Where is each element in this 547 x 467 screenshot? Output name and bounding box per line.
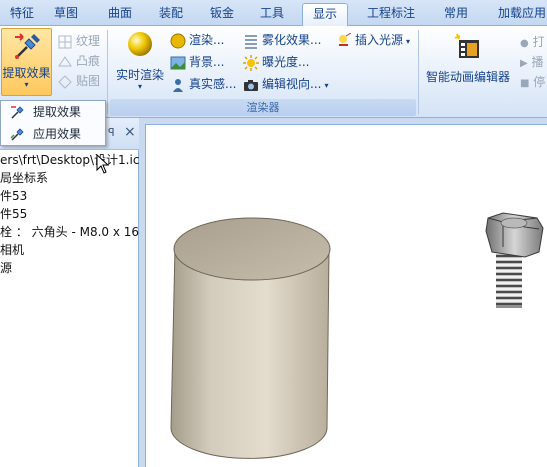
- render-sphere-icon: [170, 33, 186, 49]
- eyedropper-icon: [14, 33, 40, 59]
- chevron-down-icon: ▾: [406, 37, 411, 46]
- tab-assembly[interactable]: 装配: [150, 3, 192, 26]
- circle-icon: ●: [520, 38, 529, 49]
- realism-label: 真实感...: [189, 77, 237, 91]
- render-button[interactable]: 渲染...: [170, 30, 224, 50]
- background-image-icon: [170, 55, 186, 71]
- hex-bolt-part[interactable]: [485, 212, 544, 308]
- person-icon: [170, 77, 186, 93]
- background-label: 背景...: [189, 55, 225, 69]
- play-button[interactable]: ▶ 播: [520, 52, 544, 72]
- texture-button[interactable]: 纹理: [57, 31, 100, 51]
- sphere-icon: [128, 32, 152, 56]
- scene-canvas: [170, 212, 544, 459]
- insert-light-label: 插入光源: [355, 33, 404, 47]
- texture-label: 纹理: [76, 34, 101, 48]
- tab-load-apps[interactable]: 加载应用: [490, 3, 547, 26]
- tab-sheetmetal[interactable]: 钣金: [202, 3, 242, 26]
- mouse-cursor-icon: [96, 154, 110, 174]
- fog-label: 雾化效果...: [262, 33, 322, 47]
- tab-display[interactable]: 显示: [302, 3, 348, 27]
- animation-editor-label: 智能动画编辑器: [425, 70, 510, 84]
- chevron-down-icon: ▾: [324, 81, 329, 90]
- bolt-threads: [496, 250, 522, 308]
- tree-item-part55[interactable]: 件55: [0, 205, 27, 223]
- tab-surface[interactable]: 曲面: [100, 3, 140, 26]
- sun-icon: [243, 54, 259, 71]
- light-icon: [336, 32, 352, 49]
- play-icon: ▶: [520, 58, 528, 69]
- menu-item-extract-effect[interactable]: 提取效果: [3, 102, 103, 123]
- cylinder-part[interactable]: [170, 217, 331, 459]
- insert-light-button[interactable]: 插入光源 ▾: [336, 30, 410, 50]
- tree-item-camera[interactable]: 相机: [0, 241, 24, 259]
- fog-icon: [243, 33, 259, 49]
- group-separator: [418, 30, 419, 114]
- tab-sketch[interactable]: 草图: [46, 3, 86, 26]
- eyedropper-icon: [10, 104, 26, 120]
- tab-common[interactable]: 常用: [436, 3, 476, 26]
- texture-icon: [57, 34, 73, 50]
- extract-effect-button[interactable]: 提取效果 ▾: [1, 28, 52, 96]
- exposure-label: 曝光度...: [262, 55, 310, 69]
- tab-feature[interactable]: 特征: [2, 3, 42, 26]
- realism-button[interactable]: 真实感...: [170, 74, 236, 94]
- decal-icon: [57, 74, 73, 90]
- background-button[interactable]: 背景...: [170, 52, 224, 72]
- tree-item-file-path[interactable]: ers\frt\Desktop\设计1.ic: [0, 151, 139, 169]
- group-separator: [107, 30, 108, 114]
- realtime-render-button[interactable]: 实时渲染 ▾: [113, 30, 167, 94]
- fog-effect-button[interactable]: 雾化效果...: [243, 30, 321, 50]
- tree-item-global-coords[interactable]: 局坐标系: [0, 169, 48, 187]
- emboss-button[interactable]: 凸痕: [57, 51, 100, 71]
- menu-item-label: 提取效果: [33, 105, 82, 119]
- ribbon-tab-bar: 特征 草图 曲面 装配 钣金 工具 显示 工程标注 常用 加载应用: [0, 0, 547, 27]
- stop-icon: ■: [520, 78, 530, 89]
- emboss-icon: [57, 54, 73, 70]
- render-label: 渲染...: [189, 33, 225, 47]
- decal-label: 贴图: [76, 74, 101, 88]
- menu-item-apply-effect[interactable]: 应用效果: [3, 124, 103, 145]
- stop-button[interactable]: ■ 停: [520, 72, 545, 92]
- exposure-button[interactable]: 曝光度...: [243, 52, 309, 72]
- stop-label: 停: [533, 75, 546, 89]
- tab-drawing-annotation[interactable]: 工程标注: [360, 3, 422, 26]
- extract-effect-dropdown: 提取效果 应用效果: [0, 100, 106, 146]
- design-tree-panel: ꟼ × ers\frt\Desktop\设计1.ic 局坐标系 件53 件55 …: [0, 118, 139, 467]
- edit-view-button[interactable]: 编辑视向... ▾: [243, 74, 328, 94]
- edit-view-label: 编辑视向...: [262, 77, 322, 91]
- open-button[interactable]: ● 打: [520, 32, 545, 52]
- chevron-down-icon: ▾: [137, 82, 142, 91]
- tree-item-light-source[interactable]: 源: [0, 259, 12, 277]
- emboss-label: 凸痕: [76, 54, 101, 68]
- film-clapper-icon: [454, 33, 479, 58]
- tree-item-bolt[interactable]: 栓 ： 六角头 - M8.0 x 16: [0, 223, 139, 241]
- camera-icon: [243, 77, 259, 93]
- tree-item-part53[interactable]: 件53: [0, 187, 27, 205]
- open-label: 打: [532, 35, 545, 49]
- menu-item-label: 应用效果: [33, 127, 82, 141]
- 3d-viewport[interactable]: [145, 124, 547, 467]
- pin-icon[interactable]: ꟼ: [108, 126, 115, 139]
- apply-dropper-icon: [10, 126, 26, 142]
- decal-button[interactable]: 贴图: [57, 71, 100, 91]
- close-icon[interactable]: ×: [124, 124, 136, 140]
- extract-effect-label: 提取效果: [2, 66, 51, 80]
- chevron-down-icon: ▾: [24, 80, 29, 89]
- play-label: 播: [531, 55, 544, 69]
- animation-editor-button[interactable]: 智能动画编辑器: [423, 30, 513, 96]
- renderer-group-label: 渲染器: [110, 99, 416, 116]
- tab-tools[interactable]: 工具: [252, 3, 292, 26]
- realtime-render-label: 实时渲染: [115, 68, 164, 82]
